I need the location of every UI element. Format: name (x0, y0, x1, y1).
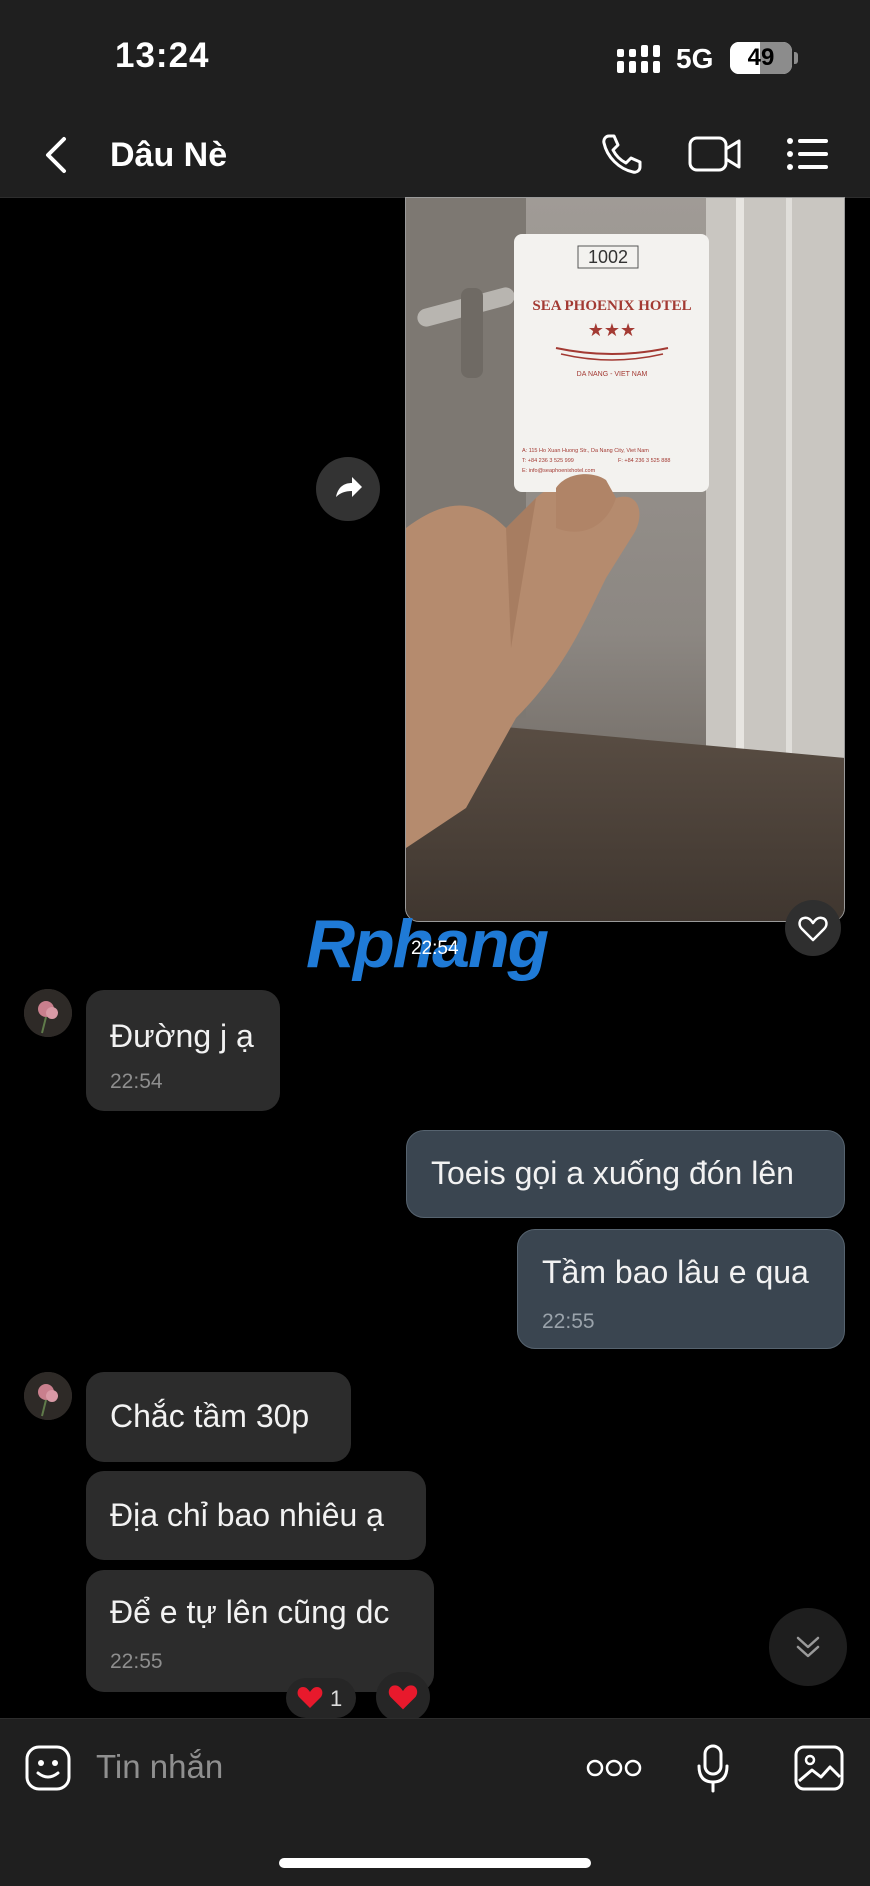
message-text: Để e tự lên cũng dc (110, 1594, 390, 1630)
heart-icon (297, 1687, 323, 1708)
phone-icon[interactable] (600, 132, 644, 176)
more-icon[interactable] (586, 1758, 642, 1778)
message-text: Địa chỉ bao nhiêu ạ (110, 1497, 384, 1533)
video-camera-icon[interactable] (688, 134, 742, 174)
message-text: Toeis gọi a xuống đón lên (431, 1155, 794, 1191)
hotel-fax: F: +84 236 3 525 888 (618, 458, 670, 464)
like-button[interactable] (785, 900, 841, 956)
list-icon[interactable] (786, 136, 830, 172)
hotel-phone: T: +84 236 3 525 999 (522, 458, 574, 464)
photo-content: 1002 SEA PHOENIX HOTEL ★★★ DA NANG - VIE… (406, 198, 844, 921)
avatar[interactable] (24, 1372, 72, 1420)
battery-percent: 49 (747, 44, 775, 71)
hotel-address: A: 115 Ho Xuan Huong Str., Da Nang City,… (522, 448, 649, 454)
image-icon[interactable] (794, 1745, 844, 1791)
incoming-message[interactable]: Đường j ạ 22:54 (86, 990, 280, 1111)
status-time: 13:24 (115, 36, 210, 75)
outgoing-message[interactable]: Tầm bao lâu e qua 22:55 (517, 1229, 845, 1349)
sticker-icon[interactable] (24, 1744, 72, 1792)
reaction-count: 1 (330, 1686, 343, 1711)
hotel-name: SEA PHOENIX HOTEL (532, 298, 691, 314)
flower-avatar-icon (24, 1372, 72, 1420)
outgoing-message[interactable]: Toeis gọi a xuống đón lên (406, 1130, 845, 1218)
flower-avatar-icon (24, 989, 72, 1037)
message-input[interactable]: Tin nhắn (96, 1748, 223, 1786)
message-time: 22:55 (110, 1650, 163, 1673)
room-number: 1002 (588, 247, 628, 267)
double-chevron-down-icon (796, 1636, 820, 1658)
heart-icon (388, 1685, 418, 1710)
home-indicator (279, 1858, 591, 1868)
signal-icon (617, 45, 660, 73)
hotel-city: DA NANG - VIET NAM (577, 371, 648, 378)
message-text: Chắc tầm 30p (110, 1398, 310, 1434)
message-time: 22:54 (411, 938, 459, 959)
message-text: Đường j ạ (110, 1018, 254, 1054)
reaction-badge[interactable]: 1 (286, 1678, 356, 1718)
contact-name[interactable]: Dâu Nè (110, 136, 227, 175)
message-time: 22:55 (542, 1310, 595, 1333)
network-label: 5G (676, 43, 714, 74)
microphone-icon[interactable] (696, 1744, 730, 1794)
incoming-message[interactable]: Để e tự lên cũng dc 22:55 (86, 1570, 434, 1692)
scroll-to-bottom-button[interactable] (769, 1608, 847, 1686)
share-arrow-icon (336, 477, 362, 497)
heart-outline-icon (798, 916, 828, 942)
share-button[interactable] (316, 457, 380, 521)
message-text: Tầm bao lâu e qua (542, 1254, 809, 1290)
photo-message[interactable]: 1002 SEA PHOENIX HOTEL ★★★ DA NANG - VIE… (405, 197, 845, 922)
battery-nub (794, 52, 798, 64)
hotel-stars: ★★★ (588, 320, 636, 340)
add-reaction-button[interactable] (376, 1672, 430, 1722)
message-time: 22:54 (110, 1070, 163, 1093)
incoming-message[interactable]: Chắc tầm 30p (86, 1372, 351, 1462)
avatar[interactable] (24, 989, 72, 1037)
hotel-key-card: 1002 SEA PHOENIX HOTEL ★★★ DA NANG - VIE… (514, 234, 709, 492)
hotel-email: E: info@seaphoenixhotel.com (522, 468, 596, 474)
incoming-message[interactable]: Địa chỉ bao nhiêu ạ (86, 1471, 426, 1560)
battery-icon: 49 (730, 42, 792, 74)
chevron-left-icon[interactable] (42, 135, 72, 175)
